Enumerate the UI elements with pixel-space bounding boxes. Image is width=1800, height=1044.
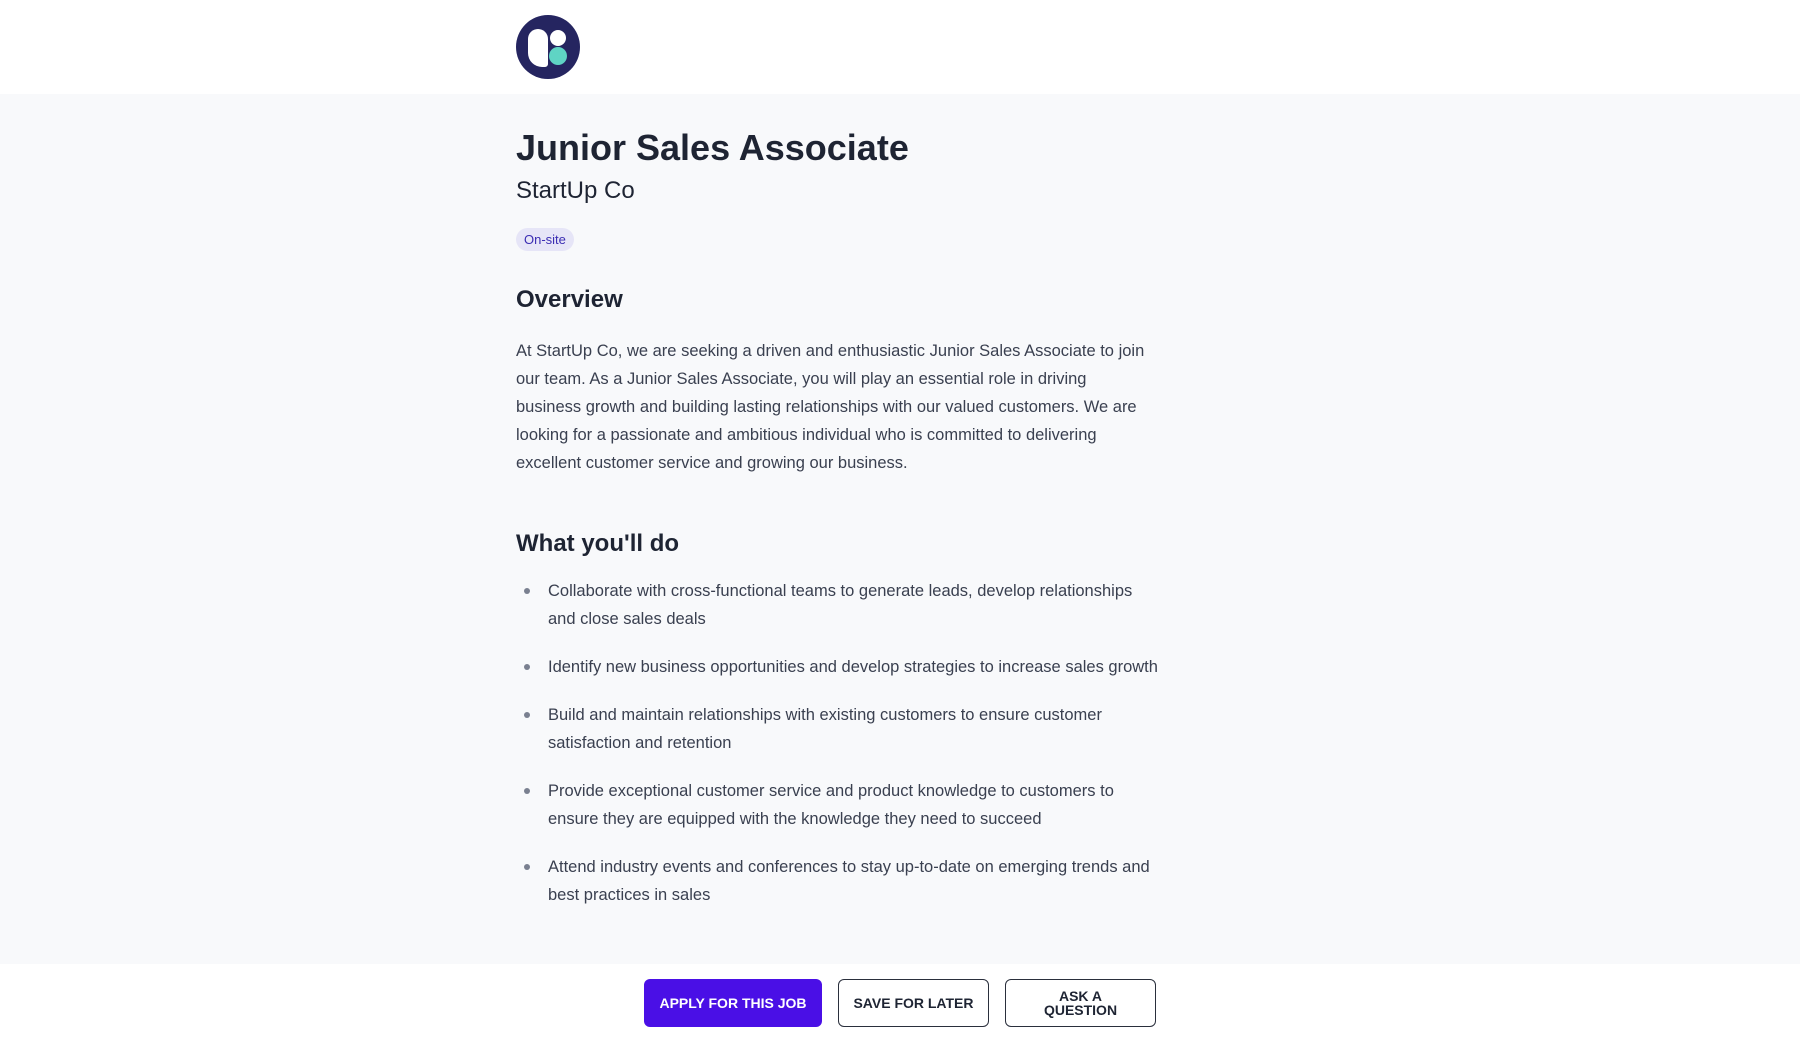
- ask-question-button[interactable]: Ask a question: [1005, 979, 1156, 1027]
- job-title: Junior Sales Associate: [516, 127, 909, 168]
- bullet-icon: [524, 864, 530, 870]
- logo-stem-shape: [528, 29, 548, 67]
- list-item: Collaborate with cross-functional teams …: [516, 577, 1164, 633]
- logo-dot-shape: [550, 30, 566, 46]
- bullet-icon: [524, 712, 530, 718]
- bullet-icon: [524, 788, 530, 794]
- company-name: StartUp Co: [516, 177, 635, 204]
- list-item-text: Identify new business opportunities and …: [548, 658, 1158, 676]
- save-for-later-button[interactable]: Save for later: [838, 979, 989, 1027]
- list-item-text: Provide exceptional customer service and…: [548, 782, 1114, 828]
- job-details: Junior Sales Associate StartUp Co On-sit…: [516, 94, 1158, 929]
- logo-accent-dot-shape: [549, 47, 567, 65]
- overview-text: At StartUp Co, we are seeking a driven a…: [516, 342, 1145, 472]
- overview-heading: Overview: [516, 286, 623, 313]
- duties-heading: What you'll do: [516, 530, 680, 557]
- bullet-icon: [524, 588, 530, 594]
- duties-list: Collaborate with cross-functional teams …: [516, 577, 1158, 909]
- work-type-badge: On-site: [516, 228, 574, 251]
- list-item-text: Collaborate with cross-functional teams …: [548, 582, 1133, 628]
- bullet-icon: [524, 664, 530, 670]
- list-item: Build and maintain relationships with ex…: [516, 701, 1164, 757]
- list-item: Identify new business opportunities and …: [516, 653, 1164, 681]
- list-item: Provide exceptional customer service and…: [516, 777, 1164, 833]
- list-item: Attend industry events and conferences t…: [516, 853, 1164, 909]
- top-bar: [0, 0, 1800, 94]
- list-item-text: Build and maintain relationships with ex…: [548, 706, 1102, 752]
- action-bar: Apply for this job Save for later Ask a …: [0, 964, 1800, 1044]
- apply-button[interactable]: Apply for this job: [644, 979, 822, 1027]
- company-logo[interactable]: [516, 15, 580, 79]
- list-item-text: Attend industry events and conferences t…: [548, 858, 1150, 904]
